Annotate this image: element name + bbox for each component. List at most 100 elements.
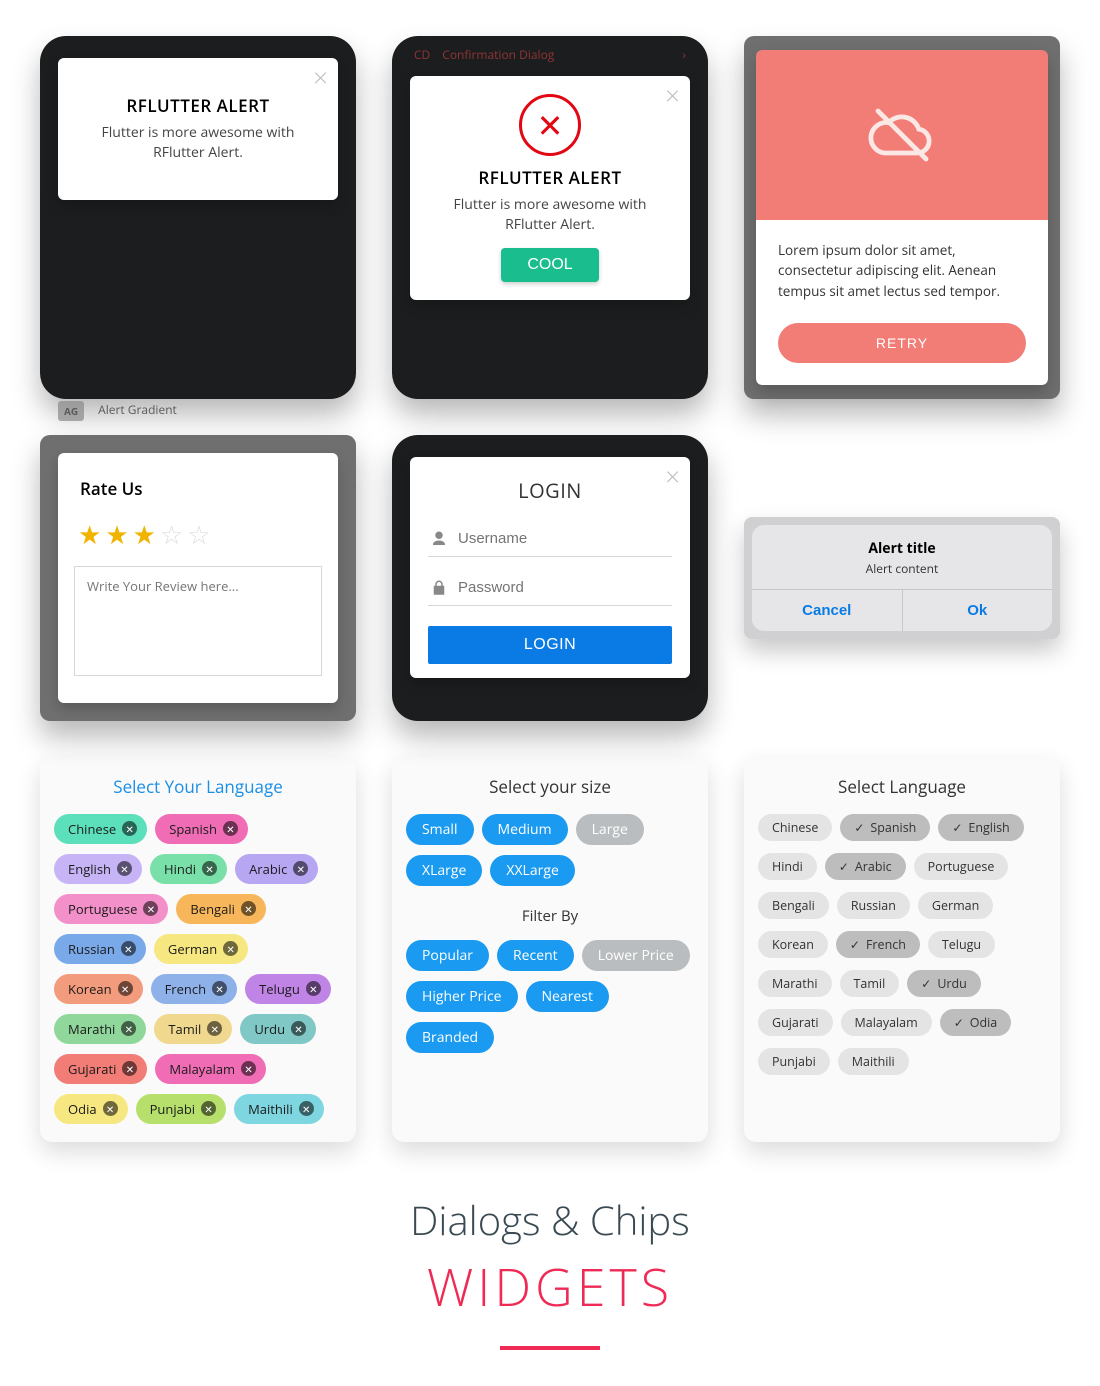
ios-cancel-button[interactable]: Cancel <box>752 590 902 631</box>
chip-arabic[interactable]: ✓Arabic <box>825 853 906 880</box>
chip-remove-icon[interactable]: ✕ <box>118 981 133 996</box>
chip-urdu[interactable]: ✓Urdu <box>907 970 981 997</box>
chip-punjabi[interactable]: Punjabi <box>758 1048 830 1075</box>
password-input[interactable] <box>458 579 670 596</box>
chip-odia[interactable]: Odia✕ <box>54 1094 128 1124</box>
star-icon[interactable]: ★ <box>105 516 128 552</box>
chip-branded[interactable]: Branded <box>406 1022 494 1053</box>
chip-english[interactable]: English✕ <box>54 854 142 884</box>
chip-spanish[interactable]: Spanish✕ <box>155 814 248 844</box>
chip-remove-icon[interactable]: ✕ <box>212 981 227 996</box>
close-icon[interactable]: × <box>665 82 680 108</box>
star-icon[interactable]: ★ <box>133 516 156 552</box>
chip-higher-price[interactable]: Higher Price <box>406 981 518 1012</box>
chip-medium[interactable]: Medium <box>482 814 568 845</box>
username-input[interactable] <box>458 530 670 547</box>
chip-german[interactable]: German✕ <box>154 934 248 964</box>
chip-hindi[interactable]: Hindi ✕ <box>150 854 227 884</box>
chip-large[interactable]: Large <box>576 814 644 845</box>
chip-remove-icon[interactable]: ✕ <box>201 1101 216 1116</box>
chip-tamil[interactable]: Tamil <box>840 970 900 997</box>
chip-remove-icon[interactable]: ✕ <box>207 1021 222 1036</box>
chip-odia[interactable]: ✓Odia <box>940 1009 1012 1036</box>
star-icon[interactable]: ☆ <box>187 516 210 552</box>
review-textarea[interactable] <box>74 566 322 676</box>
chip-german[interactable]: German <box>918 892 993 919</box>
chip-spanish[interactable]: ✓Spanish <box>840 814 930 841</box>
chip-gujarati[interactable]: Gujarati <box>758 1009 833 1036</box>
chip-remove-icon[interactable]: ✕ <box>121 941 136 956</box>
star-icon[interactable]: ★ <box>78 516 101 552</box>
lock-icon <box>430 579 448 597</box>
chip-maithili[interactable]: Maithili <box>838 1048 909 1075</box>
chip-arabic[interactable]: Arabic✕ <box>235 854 318 884</box>
chip-small[interactable]: Small <box>406 814 474 845</box>
chip-remove-icon[interactable]: ✕ <box>143 901 158 916</box>
chip-popular[interactable]: Popular <box>406 940 489 971</box>
retry-button[interactable]: RETRY <box>778 323 1026 363</box>
chip-xxlarge[interactable]: XXLarge <box>490 855 574 886</box>
chip-remove-icon[interactable]: ✕ <box>223 941 238 956</box>
chip-malayalam[interactable]: Malayalam <box>841 1009 932 1036</box>
chip-remove-icon[interactable]: ✕ <box>223 821 238 836</box>
chip-punjabi[interactable]: Punjabi✕ <box>136 1094 227 1124</box>
chip-bengali[interactable]: Bengali✕ <box>176 894 266 924</box>
chip-korean[interactable]: Korean✕ <box>54 974 143 1004</box>
login-button[interactable]: LOGIN <box>428 626 672 664</box>
chip-recent[interactable]: Recent <box>497 940 574 971</box>
chip-remove-icon[interactable]: ✕ <box>299 1101 314 1116</box>
chip-portuguese[interactable]: Portuguese✕ <box>54 894 168 924</box>
chip-korean[interactable]: Korean <box>758 931 828 958</box>
chip-malayalam[interactable]: Malayalam✕ <box>155 1054 266 1084</box>
username-field[interactable] <box>428 522 672 557</box>
chip-remove-icon[interactable]: ✕ <box>306 981 321 996</box>
chip-gujarati[interactable]: Gujarati✕ <box>54 1054 147 1084</box>
chip-remove-icon[interactable]: ✕ <box>202 861 217 876</box>
chip-nearest[interactable]: Nearest <box>526 981 609 1012</box>
chip-lower-price[interactable]: Lower Price <box>582 940 690 971</box>
chip-chinese[interactable]: Chinese <box>758 814 832 841</box>
chip-remove-icon[interactable]: ✕ <box>103 1101 118 1116</box>
chip-maithili[interactable]: Maithili✕ <box>234 1094 324 1124</box>
star-rating[interactable]: ★★★☆☆ <box>78 516 318 552</box>
chip-hindi[interactable]: Hindi <box>758 853 817 880</box>
chip-telugu[interactable]: Telugu✕ <box>245 974 331 1004</box>
chip-bengali[interactable]: Bengali <box>758 892 829 919</box>
chip-russian[interactable]: Russian <box>837 892 910 919</box>
check-icon: ✓ <box>839 858 849 875</box>
chip-french[interactable]: ✓French <box>836 931 920 958</box>
chip-english[interactable]: ✓English <box>938 814 1023 841</box>
chip-marathi[interactable]: Marathi✕ <box>54 1014 146 1044</box>
chip-remove-icon[interactable]: ✕ <box>122 1061 137 1076</box>
close-icon[interactable]: × <box>665 463 680 489</box>
chip-remove-icon[interactable]: ✕ <box>293 861 308 876</box>
chip-xlarge[interactable]: XLarge <box>406 855 482 886</box>
chip-remove-icon[interactable]: ✕ <box>117 861 132 876</box>
chip-label: Telugu <box>942 936 981 953</box>
chip-label: Russian <box>851 897 896 914</box>
chip-marathi[interactable]: Marathi <box>758 970 832 997</box>
chip-russian[interactable]: Russian✕ <box>54 934 146 964</box>
chip-remove-icon[interactable]: ✕ <box>241 1061 256 1076</box>
chip-remove-icon[interactable]: ✕ <box>122 821 137 836</box>
chip-label: Tamil <box>168 1020 201 1038</box>
chip-label: Hindi <box>772 858 803 875</box>
chip-portuguese[interactable]: Portuguese <box>914 853 1009 880</box>
chip-telugu[interactable]: Telugu <box>928 931 995 958</box>
chip-urdu[interactable]: Urdu✕ <box>240 1014 316 1044</box>
chip-french[interactable]: French✕ <box>151 974 238 1004</box>
password-field[interactable] <box>428 571 672 606</box>
chip-remove-icon[interactable]: ✕ <box>241 901 256 916</box>
chip-label: Spanish <box>870 819 916 836</box>
star-icon[interactable]: ☆ <box>160 516 183 552</box>
ios-ok-button[interactable]: Ok <box>902 590 1053 631</box>
alert-body: Flutter is more awesome with RFlutter Al… <box>428 195 672 234</box>
chip-remove-icon[interactable]: ✕ <box>121 1021 136 1036</box>
card-select-language: Select Language Chinese✓Spanish✓EnglishH… <box>744 757 1060 1142</box>
cool-button[interactable]: COOL <box>501 248 598 282</box>
close-icon[interactable]: × <box>313 64 328 90</box>
chip-chinese[interactable]: Chinese✕ <box>54 814 147 844</box>
chip-tamil[interactable]: Tamil ✕ <box>154 1014 232 1044</box>
chip-label: Hindi <box>164 860 196 878</box>
chip-remove-icon[interactable]: ✕ <box>291 1021 306 1036</box>
